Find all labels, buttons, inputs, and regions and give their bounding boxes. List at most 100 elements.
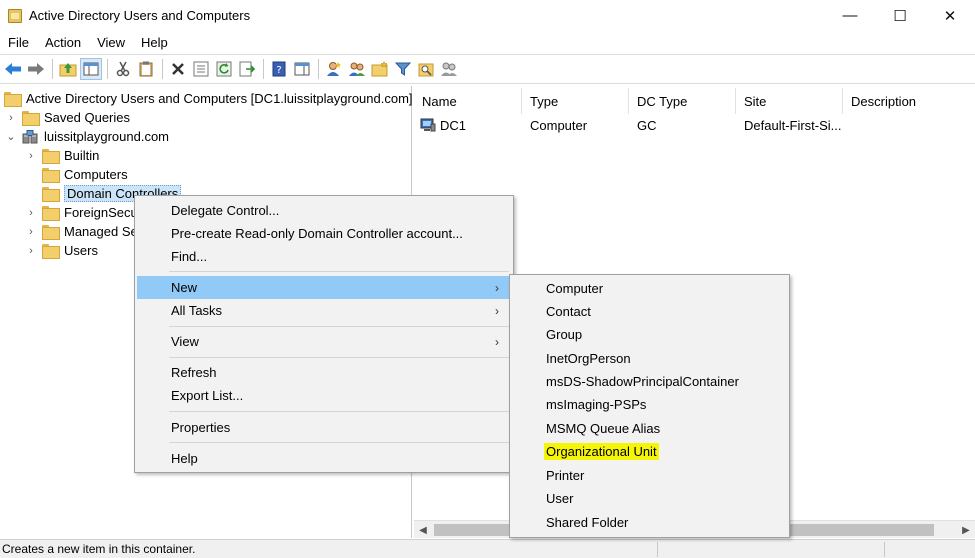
cut-button[interactable]	[112, 58, 134, 80]
submenu-item-group[interactable]: Group	[512, 323, 787, 346]
show-hide-console-tree-button[interactable]	[80, 58, 102, 80]
filter-button[interactable]	[392, 58, 414, 80]
menu-separator	[169, 357, 509, 358]
scroll-left-icon[interactable]: ◀	[414, 521, 432, 539]
export-list-button[interactable]	[236, 58, 258, 80]
folder-icon	[42, 225, 60, 240]
copy-button[interactable]	[135, 58, 157, 80]
tree-item-label: luissitplayground.com	[44, 129, 170, 144]
new-group-button[interactable]	[346, 58, 368, 80]
aduc-root-icon	[4, 92, 22, 107]
context-menu: Delegate Control... Pre-create Read-only…	[134, 195, 514, 473]
properties-icon	[193, 61, 209, 77]
window-title: Active Directory Users and Computers	[29, 8, 251, 23]
menu-item-all-tasks[interactable]: All Tasks ›	[137, 299, 511, 322]
chevron-right-icon[interactable]: ›	[26, 150, 36, 162]
group-icon	[349, 62, 365, 76]
back-button[interactable]	[2, 58, 24, 80]
chevron-right-icon[interactable]: ›	[26, 245, 36, 257]
menu-item-export-list[interactable]: Export List...	[137, 384, 511, 407]
chevron-right-icon[interactable]: ›	[6, 112, 16, 124]
column-header-description[interactable]: Description	[843, 88, 975, 114]
tree-item-foreign-security-principals[interactable]: › ForeignSecu	[26, 203, 138, 222]
up-one-level-button[interactable]	[57, 58, 79, 80]
filter-icon	[395, 62, 411, 76]
show-action-pane-button[interactable]	[291, 58, 313, 80]
forward-button[interactable]	[25, 58, 47, 80]
tree-item-root[interactable]: Active Directory Users and Computers [DC…	[4, 89, 413, 108]
action-pane-icon	[294, 62, 310, 76]
column-header-type[interactable]: Type	[522, 88, 629, 114]
column-header-dc-type[interactable]: DC Type	[629, 88, 736, 114]
menu-file[interactable]: File	[0, 35, 37, 50]
find-button[interactable]	[415, 58, 437, 80]
new-submenu: Computer Contact Group InetOrgPerson msD…	[509, 274, 790, 538]
properties-button[interactable]	[190, 58, 212, 80]
submenu-item-shared-folder[interactable]: Shared Folder	[512, 511, 787, 534]
chevron-right-icon[interactable]: ›	[26, 226, 36, 238]
find-icon	[418, 63, 434, 77]
menu-separator	[169, 326, 509, 327]
ou-folder-icon	[42, 187, 60, 202]
menu-view[interactable]: View	[89, 35, 133, 50]
console-tree-icon	[83, 62, 99, 76]
submenu-item-msmq-queue-alias[interactable]: MSMQ Queue Alias	[512, 417, 787, 440]
maximize-button[interactable]: ☐	[875, 0, 925, 31]
menu-action[interactable]: Action	[37, 35, 89, 50]
tree-item-managed-service-accounts[interactable]: › Managed Se	[26, 222, 138, 241]
help-button[interactable]: ?	[268, 58, 290, 80]
add-to-group-button[interactable]	[438, 58, 460, 80]
menu-item-properties[interactable]: Properties	[137, 416, 511, 439]
submenu-item-inetorgperson[interactable]: InetOrgPerson	[512, 347, 787, 370]
refresh-button[interactable]	[213, 58, 235, 80]
tree-item-users[interactable]: › Users	[26, 241, 98, 260]
menu-item-precreate-rodc[interactable]: Pre-create Read-only Domain Controller a…	[137, 222, 511, 245]
tree-item-label: Computers	[64, 167, 128, 182]
submenu-item-computer[interactable]: Computer	[512, 277, 787, 300]
submenu-item-organizational-unit[interactable]: Organizational Unit	[512, 440, 787, 463]
menu-item-delegate-control[interactable]: Delegate Control...	[137, 199, 511, 222]
list-cell-site: Default-First-Si...	[744, 117, 842, 133]
chevron-right-icon[interactable]: ›	[26, 207, 36, 219]
menu-item-help[interactable]: Help	[137, 447, 511, 470]
new-user-button[interactable]	[323, 58, 345, 80]
back-arrow-icon	[5, 63, 21, 75]
toolbar-separator	[318, 59, 319, 79]
toolbar: ?	[0, 54, 975, 84]
new-ou-button[interactable]	[369, 58, 391, 80]
tree-item-saved-queries[interactable]: › Saved Queries	[6, 108, 130, 127]
tree-item-domain[interactable]: ⌄ luissitplayground.com	[6, 127, 169, 146]
scroll-right-icon[interactable]: ▶	[957, 521, 975, 539]
menu-item-view[interactable]: View ›	[137, 330, 511, 353]
delete-button[interactable]	[167, 58, 189, 80]
user-icon	[327, 62, 341, 76]
list-cell-name: DC1	[420, 114, 466, 136]
submenu-item-printer[interactable]: Printer	[512, 464, 787, 487]
menu-item-find[interactable]: Find...	[137, 245, 511, 268]
title-bar: Active Directory Users and Computers — ☐…	[0, 0, 975, 31]
menu-separator	[169, 411, 509, 412]
column-header-site[interactable]: Site	[736, 88, 843, 114]
menu-item-refresh[interactable]: Refresh	[137, 361, 511, 384]
menu-item-new[interactable]: New ›	[137, 276, 511, 299]
close-button[interactable]: ✕	[925, 0, 975, 31]
tree-item-computers[interactable]: Computers	[42, 165, 128, 184]
column-header-name[interactable]: Name	[414, 88, 522, 114]
computer-name: DC1	[440, 117, 467, 133]
status-bar: Creates a new item in this container.	[0, 539, 975, 558]
forward-arrow-icon	[28, 63, 44, 75]
tree-item-builtin[interactable]: › Builtin	[26, 146, 99, 165]
submenu-item-user[interactable]: User	[512, 487, 787, 510]
folder-icon	[42, 168, 60, 183]
submenu-item-msimaging-psps[interactable]: msImaging-PSPs	[512, 393, 787, 416]
submenu-item-contact[interactable]: Contact	[512, 300, 787, 323]
menu-help[interactable]: Help	[133, 35, 176, 50]
help-book-icon: ?	[272, 61, 286, 77]
list-item[interactable]: DC1 Computer GC Default-First-Si...	[414, 114, 975, 136]
menu-item-label: View	[171, 334, 199, 349]
delete-x-icon	[172, 63, 184, 75]
minimize-button[interactable]: —	[825, 0, 875, 31]
submenu-item-msds-shadowprincipalcontainer[interactable]: msDS-ShadowPrincipalContainer	[512, 370, 787, 393]
chevron-down-icon[interactable]: ⌄	[6, 131, 16, 143]
tree-item-label: Active Directory Users and Computers [DC…	[26, 91, 413, 106]
